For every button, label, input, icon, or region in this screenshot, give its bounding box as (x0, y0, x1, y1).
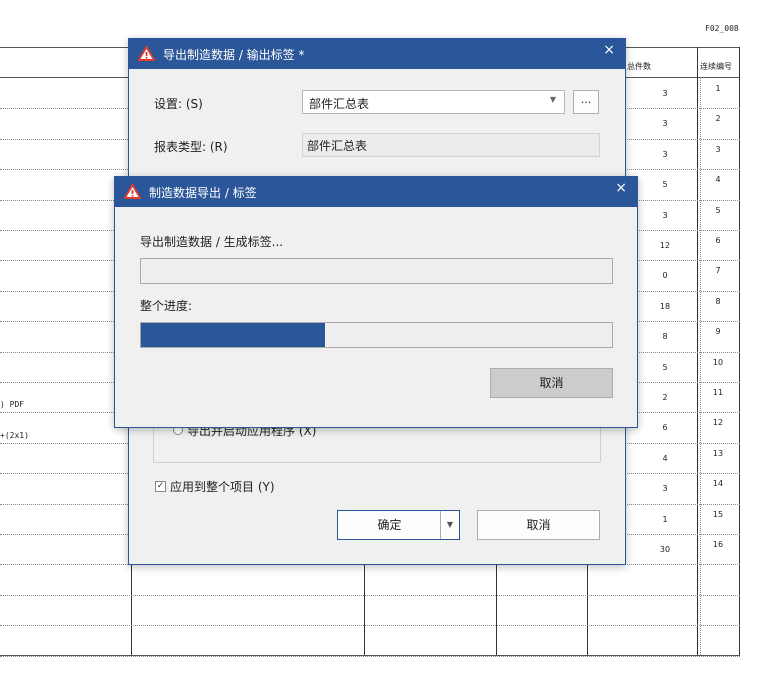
col-line-2 (364, 563, 365, 655)
task-progress-bar (140, 258, 613, 284)
apply-all-label: 应用到整个项目 (Y) (170, 480, 275, 494)
settings-label: 设置: (S) (154, 97, 203, 111)
sheet-row-line (0, 625, 740, 626)
ok-button-label: 确定 (377, 518, 402, 532)
sequence-number-cell: 15 (712, 510, 724, 519)
export-dialog-title: 导出制造数据 / 输出标签 * (163, 48, 305, 62)
sequence-number-cell: 13 (712, 449, 724, 458)
col-line-3 (496, 563, 497, 655)
sequence-number-cell: 8 (715, 297, 721, 306)
overall-progress-label: 整个进度: (140, 299, 193, 313)
cancel-button[interactable]: 取消 (477, 510, 600, 540)
progress-cancel-button[interactable]: 取消 (490, 368, 613, 398)
sequence-number-cell: 9 (715, 327, 721, 336)
progress-dialog: 制造数据导出 / 标签 × 导出制造数据 / 生成标签... 整个进度: 取消 (114, 176, 638, 428)
sheet-row-line (0, 656, 740, 657)
sequence-number-cell: 10 (712, 358, 724, 367)
left-text-pdf: ) PDF (0, 400, 25, 409)
left-text-size: +(2x1) (0, 431, 29, 440)
sequence-number-cell: 4 (715, 175, 721, 184)
total-count-cell: 12 (659, 241, 671, 250)
total-count-cell: 5 (662, 363, 668, 372)
total-count-cell: 4 (662, 454, 668, 463)
sequence-number-cell: 11 (712, 388, 724, 397)
total-count-cell: 3 (662, 89, 668, 98)
sequence-number-cell: 6 (715, 236, 721, 245)
total-count-cell: 3 (662, 119, 668, 128)
sequence-number-cell: 5 (715, 206, 721, 215)
total-count-cell: 6 (662, 423, 668, 432)
close-icon[interactable]: × (615, 180, 627, 196)
sequence-number-cell: 2 (715, 114, 721, 123)
col-line-4 (587, 563, 588, 655)
export-dialog-titlebar[interactable]: 导出制造数据 / 输出标签 * × (129, 39, 625, 69)
settings-dropdown-value: 部件汇总表 (309, 97, 370, 111)
warning-triangle-icon (124, 184, 141, 199)
settings-dropdown[interactable]: 部件汇总表 ▼ (302, 90, 565, 114)
overall-progress-bar (140, 322, 613, 348)
settings-more-button[interactable]: ... (573, 90, 599, 114)
warning-triangle-icon (138, 46, 155, 61)
close-icon[interactable]: × (603, 42, 615, 58)
sequence-number-cell: 14 (712, 479, 724, 488)
progress-dialog-title: 制造数据导出 / 标签 (149, 186, 257, 200)
total-count-cell: 8 (662, 332, 668, 341)
chevron-down-icon: ▼ (549, 95, 556, 104)
total-count-cell: 2 (662, 393, 668, 402)
total-count-cell: 0 (662, 271, 668, 280)
total-count-cell: 3 (662, 484, 668, 493)
col-line-1 (131, 563, 132, 655)
sequence-number-cell: 12 (712, 418, 724, 427)
total-count-cell: 3 (662, 150, 668, 159)
sheet-row-line (0, 595, 740, 596)
col-header-total: 总件数 (627, 62, 651, 71)
overall-progress-fill (141, 323, 325, 347)
ok-split-button[interactable]: 确定 ▼ (337, 510, 460, 540)
sequence-number-cell: 7 (715, 266, 721, 275)
sheet-code: F02_008 (705, 24, 739, 33)
report-type-field: 部件汇总表 (302, 133, 600, 157)
total-count-cell: 18 (659, 302, 671, 311)
report-type-label: 报表类型: (R) (154, 140, 228, 154)
total-count-cell: 30 (659, 545, 671, 554)
total-count-cell: 3 (662, 211, 668, 220)
sequence-number-cell: 1 (715, 84, 721, 93)
sequence-number-cell: 3 (715, 145, 721, 154)
progress-dialog-titlebar[interactable]: 制造数据导出 / 标签 × (115, 177, 637, 207)
chevron-down-icon[interactable]: ▼ (440, 511, 459, 539)
total-count-cell: 1 (662, 515, 668, 524)
col-header-seq: 连续编号 (700, 62, 732, 71)
task-label: 导出制造数据 / 生成标签... (140, 235, 284, 249)
sequence-number-cell: 16 (712, 540, 724, 549)
apply-all-checkbox[interactable]: ✓ (155, 481, 166, 492)
total-count-cell: 5 (662, 180, 668, 189)
